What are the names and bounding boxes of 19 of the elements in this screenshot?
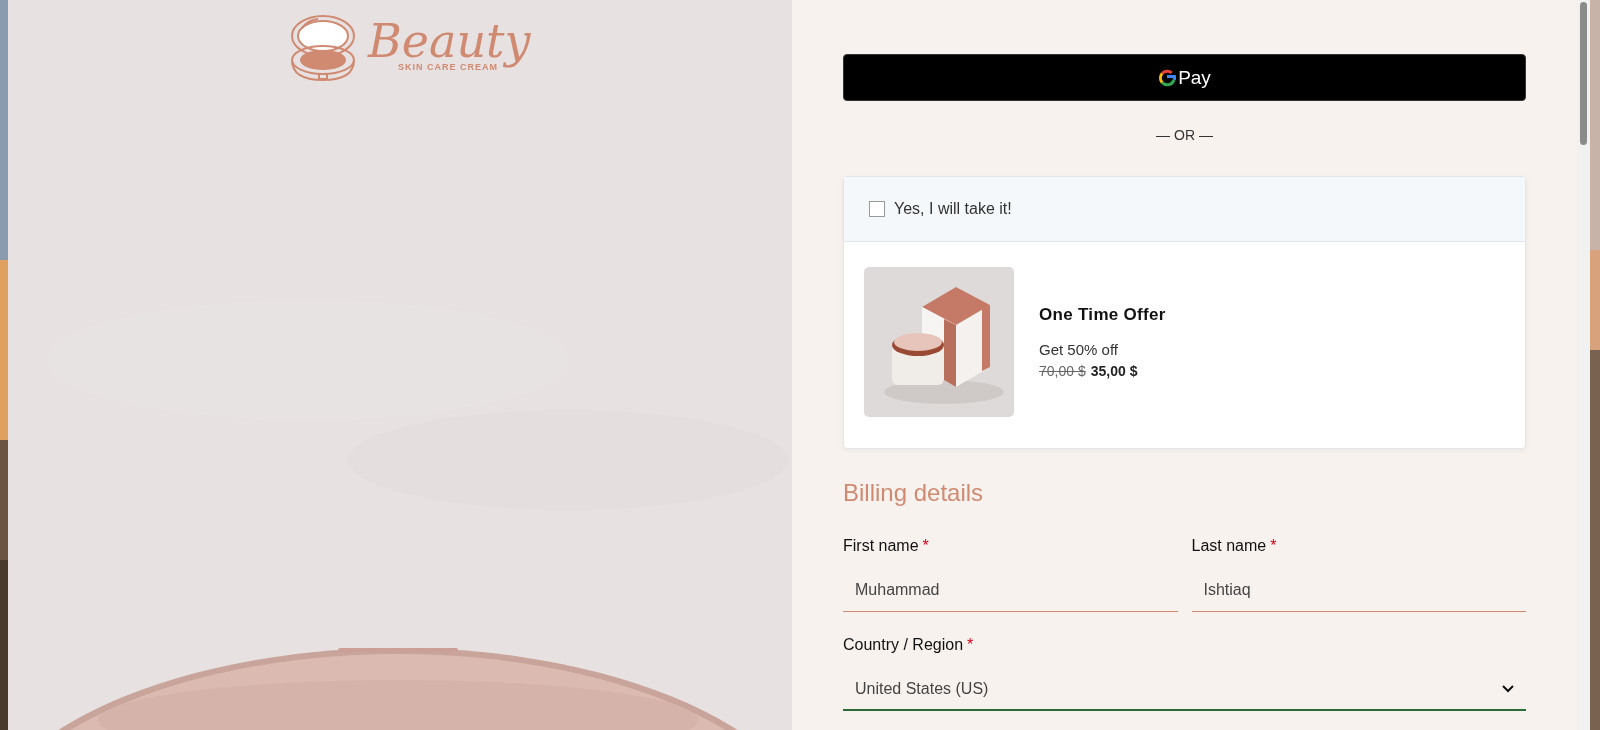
scrollbar-thumb[interactable]	[1580, 2, 1587, 145]
required-mark: *	[967, 636, 974, 653]
required-mark: *	[1270, 537, 1277, 554]
field-label: Last name	[1191, 537, 1267, 554]
field-label: Country / Region	[843, 636, 964, 653]
sale-price: 35,00 $	[1090, 362, 1138, 379]
field-label: First name	[843, 537, 919, 554]
chevron-down-icon	[1502, 684, 1514, 693]
required-mark: *	[922, 537, 929, 554]
section-heading: Billing details	[843, 479, 985, 507]
checkbox[interactable]	[869, 201, 885, 217]
checkbox-label[interactable]: Yes, I will take it!	[894, 200, 1012, 218]
compact-mirror-icon	[290, 14, 356, 84]
offer-title: One Time Offer	[1039, 304, 1166, 325]
or-separator: — OR —	[1155, 127, 1214, 143]
google-pay-button[interactable]: Pay	[843, 54, 1526, 101]
offer-description: Get 50% off	[1039, 340, 1119, 358]
g-logo-icon	[1158, 68, 1177, 87]
old-price: 70,00 $	[1039, 362, 1086, 379]
